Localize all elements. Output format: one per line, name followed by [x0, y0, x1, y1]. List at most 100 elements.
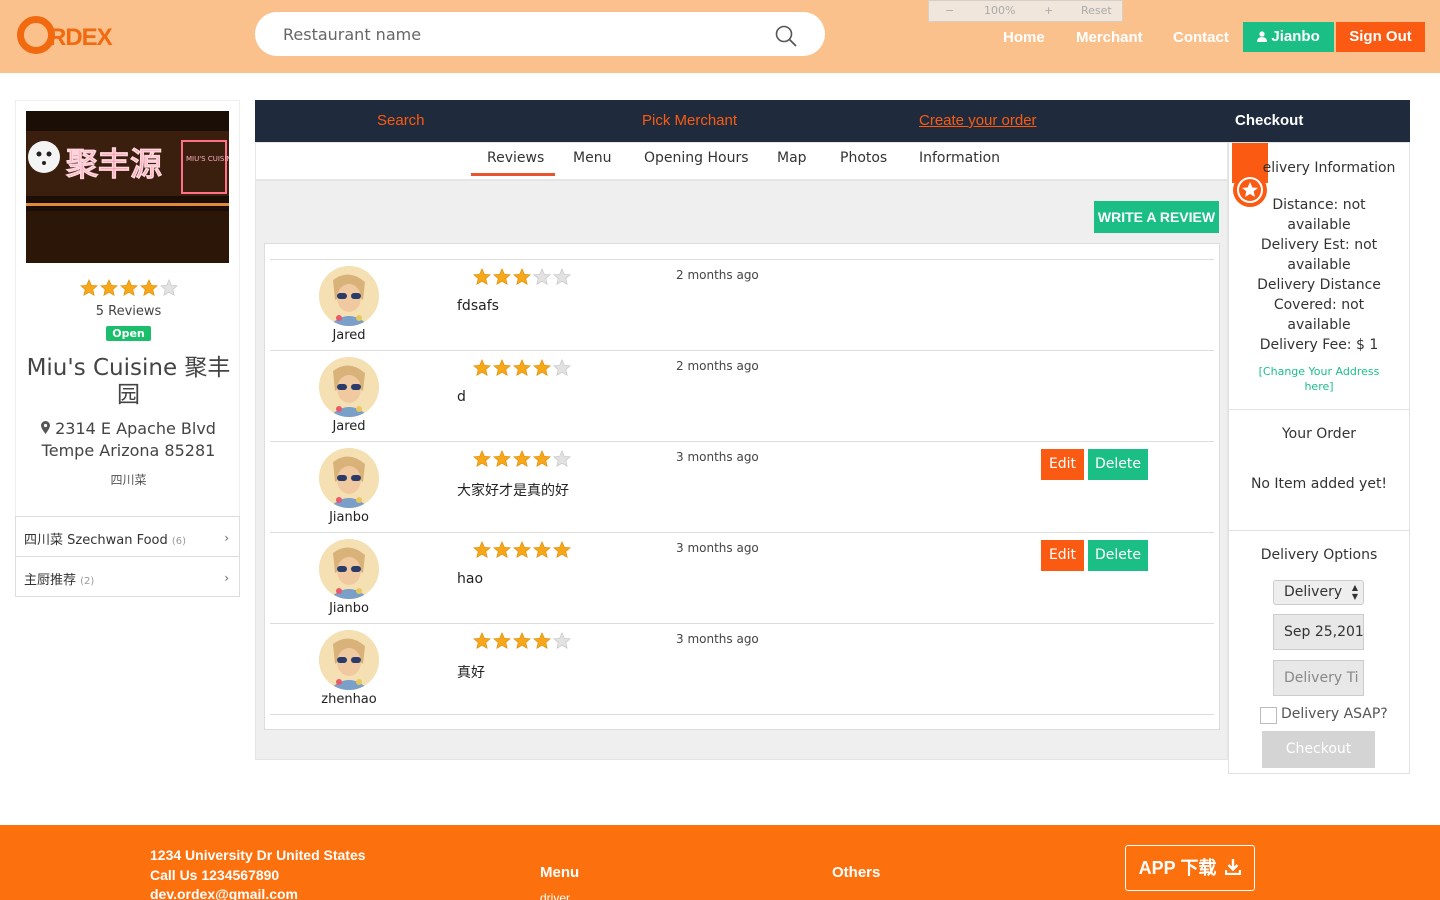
delivery-options-title: Delivery Options — [1260, 547, 1378, 563]
star-filled-icon — [513, 541, 531, 558]
top-bar: RDEX − 100% + Reset Home Merchant Contac… — [0, 0, 1440, 73]
delete-review-button[interactable]: Delete — [1088, 449, 1148, 480]
category-list: 四川菜 Szechwan Food (6) › 主厨推荐 (2) › — [15, 516, 240, 597]
search-bar — [255, 12, 825, 56]
star-filled-icon — [533, 450, 551, 467]
star-filled-icon — [119, 279, 138, 296]
zoom-in-button[interactable]: + — [1044, 4, 1053, 17]
time-input[interactable]: Delivery Ti — [1273, 660, 1364, 696]
review-stars — [473, 450, 571, 468]
review-text: 大家好才是真的好 — [457, 483, 569, 499]
nav-home[interactable]: Home — [1003, 29, 1045, 46]
star-filled-icon — [493, 450, 511, 467]
write-review-button[interactable]: WRITE A REVIEW — [1094, 201, 1219, 233]
divider — [1229, 409, 1409, 410]
your-order-title: Your Order — [1281, 426, 1357, 442]
asap-checkbox[interactable] — [1260, 707, 1277, 724]
star-filled-icon — [99, 279, 118, 296]
review-stars — [473, 268, 571, 286]
star-filled-icon — [553, 541, 571, 558]
user-button[interactable]: Jianbo — [1243, 22, 1334, 52]
review-time: 2 months ago — [676, 359, 759, 373]
step-create-order[interactable]: Create your order — [919, 112, 1037, 129]
ordex-logo[interactable]: RDEX — [17, 14, 127, 56]
order-empty-text: No Item added yet! — [1250, 476, 1388, 492]
date-input[interactable]: Sep 25,201 — [1273, 614, 1364, 650]
sign-text: 聚丰源 — [65, 145, 162, 183]
star-empty-icon — [553, 268, 571, 285]
search-icon[interactable] — [775, 25, 797, 47]
star-empty-icon — [553, 450, 571, 467]
tab-photos[interactable]: Photos — [840, 150, 887, 166]
asap-label: Delivery ASAP? — [1281, 706, 1388, 722]
review-row: Jianbo 3 months ago 大家好才是真的好 Edit Delete — [270, 441, 1214, 532]
star-filled-icon — [513, 632, 531, 649]
download-icon — [1225, 859, 1242, 876]
edit-review-button[interactable]: Edit — [1041, 540, 1084, 571]
chevron-right-icon: › — [224, 531, 229, 545]
step-search[interactable]: Search — [377, 112, 425, 129]
step-pick-merchant[interactable]: Pick Merchant — [642, 112, 737, 129]
change-address-link[interactable]: [Change Your Address here] — [1229, 364, 1409, 394]
tab-menu[interactable]: Menu — [573, 150, 611, 166]
footer-menu-item[interactable]: driver — [540, 891, 570, 900]
review-list: Jared 2 months ago fdsafs Jared 2 months ago… — [264, 243, 1220, 730]
search-input[interactable] — [283, 23, 753, 45]
order-sidebar: elivery Information Distance: not availa… — [1228, 142, 1410, 774]
select-arrows-icon: ▲ ▼ — [1351, 583, 1358, 601]
review-row: Jianbo 3 months ago hao Edit Delete — [270, 532, 1214, 623]
delete-review-button[interactable]: Delete — [1088, 540, 1148, 571]
list-end-divider — [270, 714, 1214, 715]
user-name: Jianbo — [1271, 28, 1320, 45]
reviewer-name: Jared — [332, 328, 366, 343]
star-filled-icon — [473, 268, 491, 285]
chevron-right-icon: › — [224, 571, 229, 585]
category-item[interactable]: 四川菜 Szechwan Food (6) › — [15, 516, 240, 557]
tab-information[interactable]: Information — [919, 150, 1000, 166]
zoom-out-button[interactable]: − — [945, 4, 954, 17]
divider — [1229, 530, 1409, 531]
star-filled-icon — [473, 541, 491, 558]
step-checkout[interactable]: Checkout — [1235, 112, 1303, 129]
category-item[interactable]: 主厨推荐 (2) › — [15, 556, 240, 597]
category-name: 四川菜 Szechwan Food — [24, 533, 168, 548]
footer: 1234 University Dr United States Call Us… — [0, 825, 1440, 900]
star-filled-icon — [473, 632, 491, 649]
edit-review-button[interactable]: Edit — [1041, 449, 1084, 480]
reviews-count[interactable]: 5 Reviews — [16, 304, 241, 319]
restaurant-tabs: Reviews Menu Opening Hours Map Photos In… — [255, 142, 1228, 180]
nav-merchant[interactable]: Merchant — [1076, 29, 1143, 46]
category-count: (2) — [80, 576, 95, 587]
star-filled-icon — [533, 541, 551, 558]
star-filled-icon — [473, 359, 491, 376]
star-filled-icon — [493, 541, 511, 558]
review-time: 3 months ago — [676, 450, 759, 464]
restaurant-photo: 聚丰源 MIU'S CUISINE — [26, 111, 229, 263]
tab-reviews[interactable]: Reviews — [487, 150, 544, 166]
address-street: 2314 E Apache Blvd — [55, 419, 216, 438]
review-time: 3 months ago — [676, 632, 759, 646]
category-name: 主厨推荐 — [24, 573, 77, 588]
tab-opening-hours[interactable]: Opening Hours — [644, 150, 749, 166]
delivery-fee: Delivery Fee: $ 1 — [1259, 337, 1379, 353]
star-empty-icon — [553, 632, 571, 649]
tab-map[interactable]: Map — [777, 150, 807, 166]
category-count: (6) — [171, 536, 187, 547]
delivery-type-select[interactable]: Delivery ▲ ▼ — [1273, 580, 1364, 605]
delivery-info-title: elivery Information — [1262, 160, 1396, 176]
nav-contact[interactable]: Contact — [1173, 29, 1229, 46]
zoom-reset-button[interactable]: Reset — [1081, 4, 1112, 17]
sign-out-button[interactable]: Sign Out — [1336, 22, 1425, 52]
footer-email[interactable]: dev.ordex@gmail.com — [150, 886, 298, 900]
avatar — [319, 266, 379, 326]
footer-menu-title: Menu — [540, 864, 580, 881]
status-badge: Open — [106, 326, 151, 341]
reviewer-name: Jianbo — [329, 510, 369, 525]
star-filled-icon — [533, 359, 551, 376]
star-filled-icon — [513, 359, 531, 376]
star-empty-icon — [533, 268, 551, 285]
star-empty-icon — [159, 279, 178, 296]
review-text: 真好 — [457, 665, 485, 681]
app-download-button[interactable]: APP 下载 — [1125, 845, 1255, 891]
checkout-button[interactable]: Checkout — [1262, 731, 1375, 768]
